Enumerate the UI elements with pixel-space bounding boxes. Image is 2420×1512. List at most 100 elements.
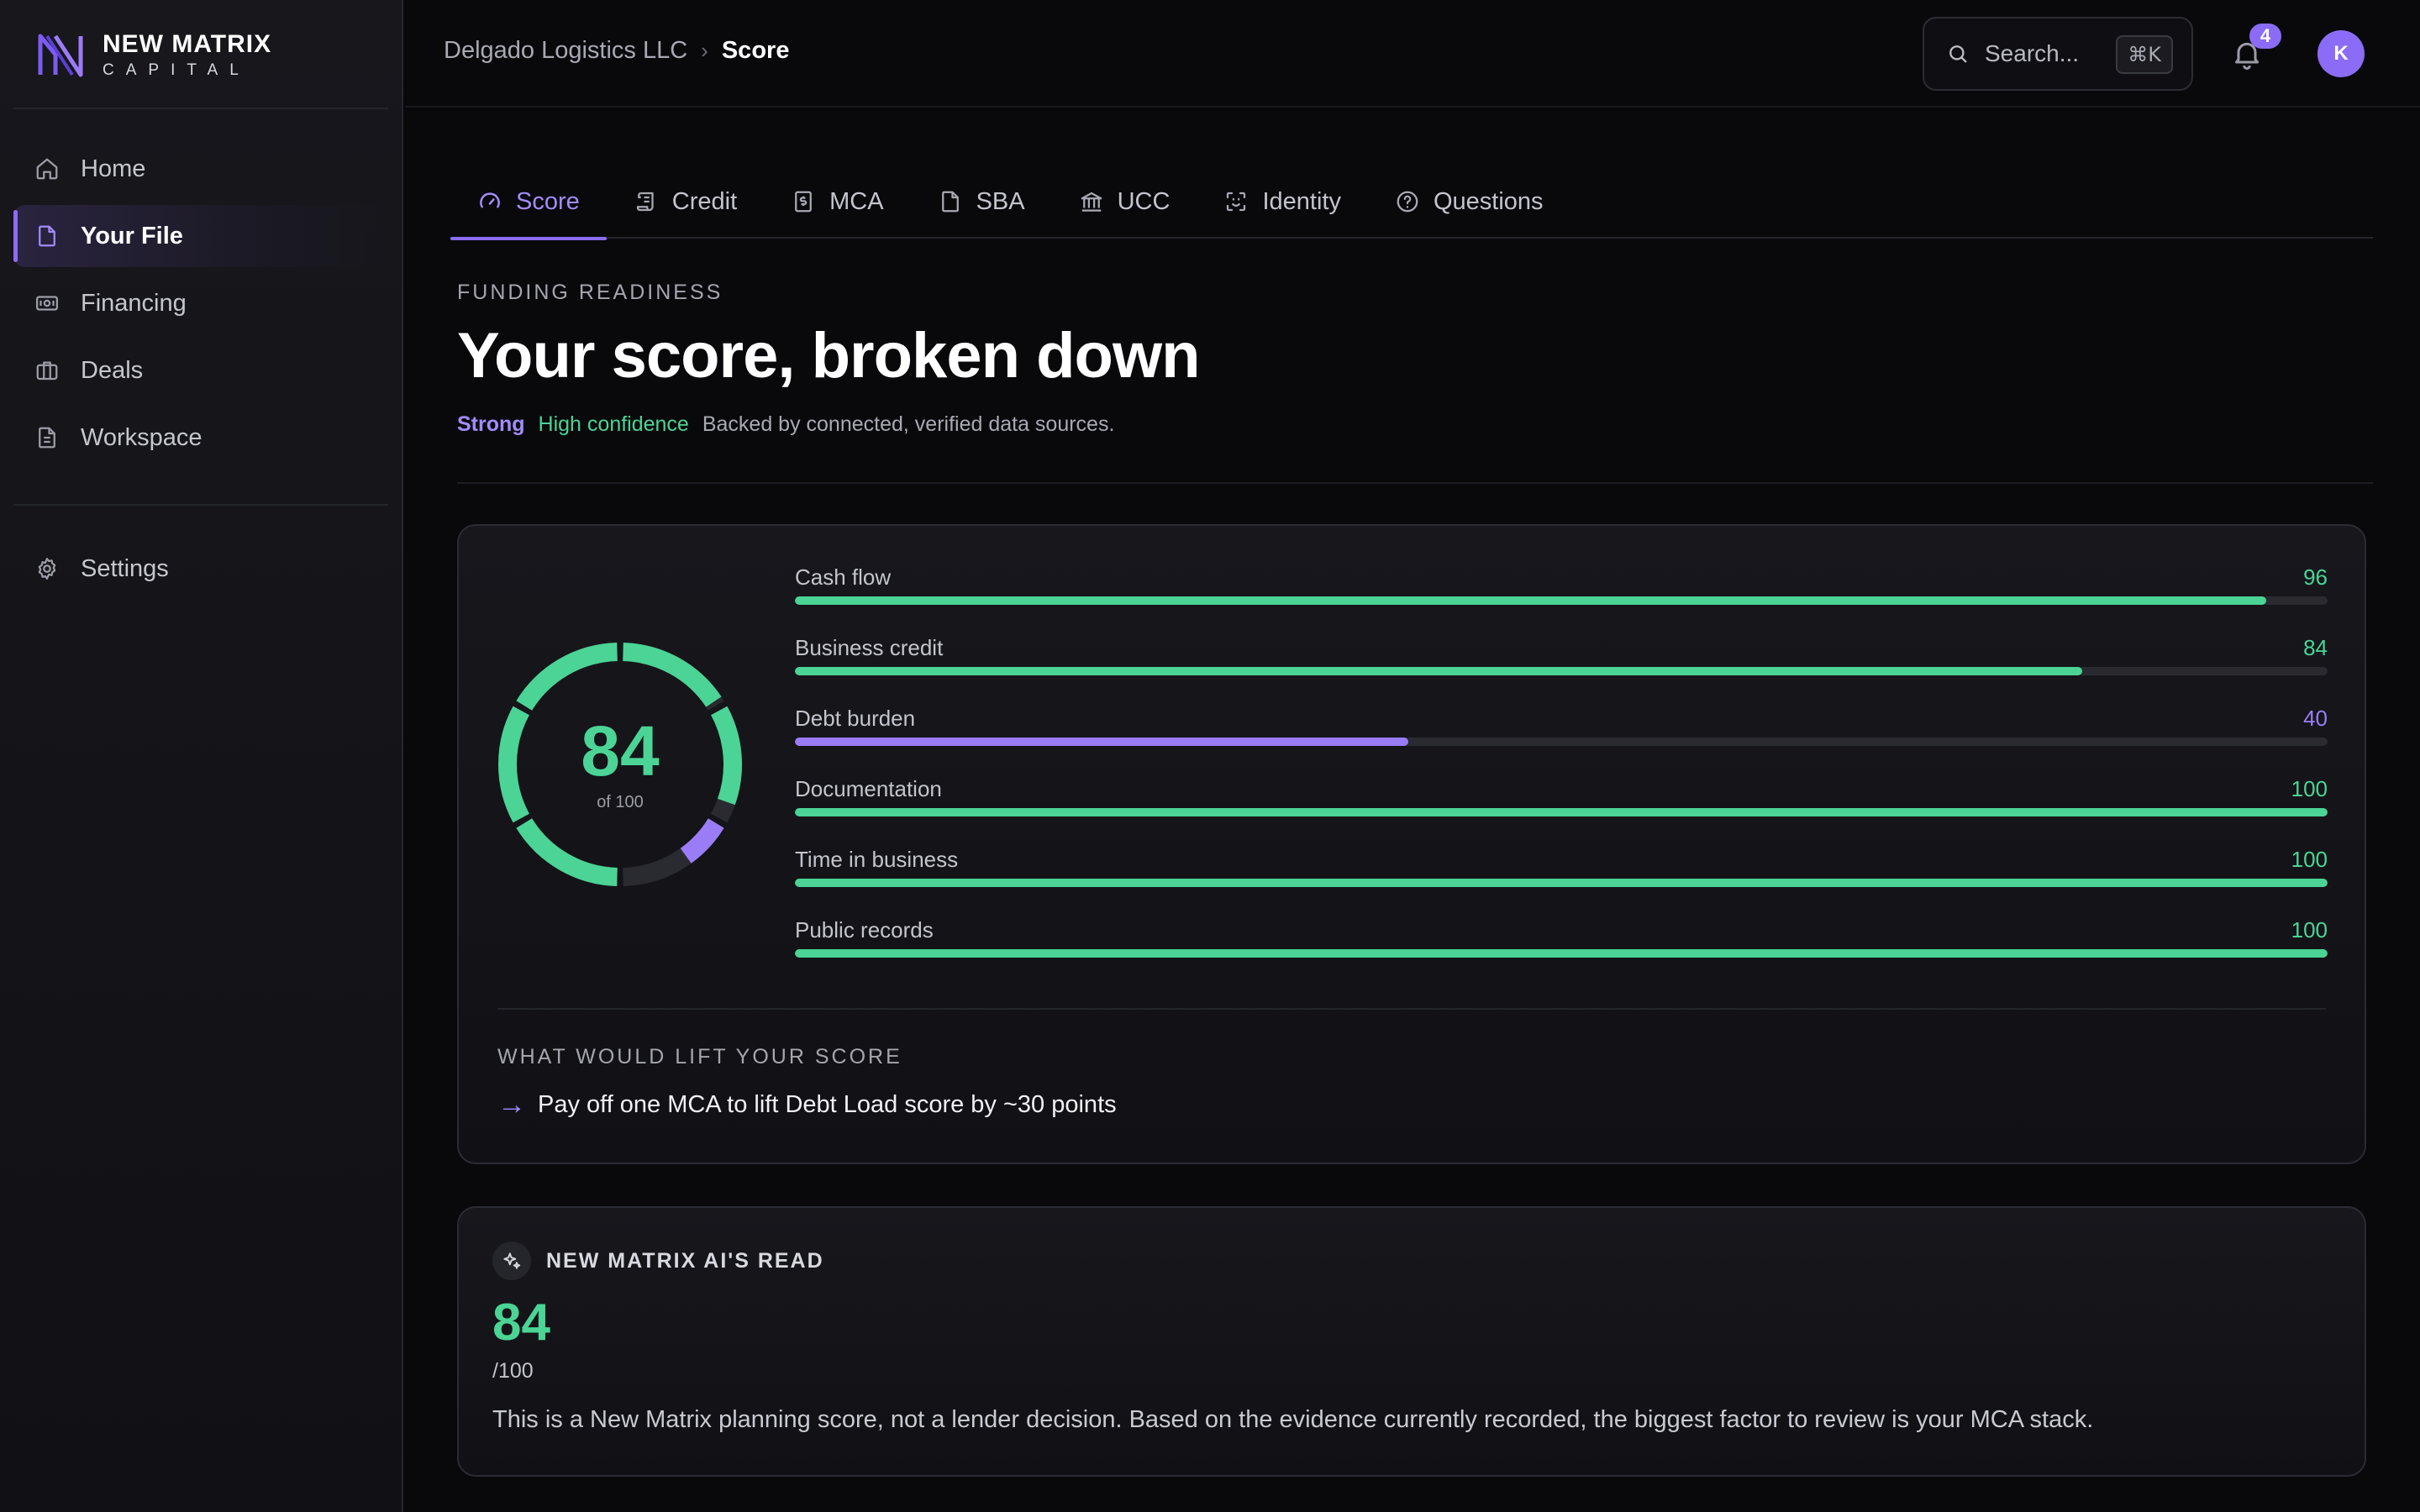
ai-read-title: NEW MATRIX AI'S READ bbox=[546, 1248, 824, 1273]
gear-icon bbox=[34, 555, 60, 582]
breadcrumb-parent-link[interactable]: Delgado Logistics LLC bbox=[444, 37, 687, 65]
sidebar-divider bbox=[13, 108, 388, 109]
score-gauge: 84 of 100 bbox=[496, 640, 744, 889]
factor-bar-fill bbox=[795, 738, 1408, 746]
score-factor-row: Public records 100 bbox=[795, 917, 2328, 988]
confidence-description: Backed by connected, verified data sourc… bbox=[702, 412, 1115, 436]
tab-score[interactable]: Score bbox=[450, 165, 607, 240]
tab-sba[interactable]: SBA bbox=[911, 165, 1052, 239]
page-title: Your score, broken down bbox=[457, 320, 1201, 391]
tab-credit[interactable]: Credit bbox=[607, 165, 764, 239]
tab-label: Score bbox=[516, 187, 580, 215]
tab-label: UCC bbox=[1117, 187, 1171, 215]
tab-questions[interactable]: Questions bbox=[1368, 165, 1570, 239]
factor-bar-track bbox=[795, 808, 2328, 816]
factor-value: 100 bbox=[2291, 917, 2328, 942]
gauge-segment-fill bbox=[516, 818, 618, 886]
ai-read-score: 84 bbox=[492, 1294, 550, 1352]
lift-score-heading: WHAT WOULD LIFT YOUR SCORE bbox=[497, 1045, 902, 1068]
factor-label: Time in business bbox=[795, 847, 959, 872]
scroll-icon bbox=[636, 192, 654, 212]
gauge-icon bbox=[480, 192, 500, 208]
ai-read-header: NEW MATRIX AI'S READ bbox=[492, 1242, 824, 1280]
ai-read-card: NEW MATRIX AI'S READ 84 /100 This is a N… bbox=[457, 1206, 2366, 1477]
sidebar-item-financing[interactable]: Financing bbox=[13, 272, 388, 334]
factor-bar-fill bbox=[795, 949, 2328, 958]
banknote-icon bbox=[34, 290, 60, 317]
tab-label: SBA bbox=[976, 187, 1025, 215]
help-circle-icon bbox=[1397, 191, 1418, 213]
factor-value: 96 bbox=[2303, 564, 2328, 590]
sidebar-nav: Home Your File Financing Deals Workspace bbox=[13, 138, 388, 474]
factor-bar-track bbox=[795, 738, 2328, 746]
sparkles-icon bbox=[492, 1242, 531, 1280]
strength-badge: Strong bbox=[457, 412, 525, 436]
factor-label: Public records bbox=[795, 917, 934, 942]
factor-bar-fill bbox=[795, 596, 2267, 605]
score-factor-list: Cash flow 96 Business credit 84 Debt bur… bbox=[795, 564, 2328, 988]
gauge-segment-fill bbox=[680, 818, 724, 864]
file-icon bbox=[941, 191, 959, 213]
lift-suggestion-text: Pay off one MCA to lift Debt Load score … bbox=[538, 1091, 1117, 1118]
gauge-segment-fill bbox=[622, 643, 722, 707]
sidebar-item-label: Deals bbox=[81, 356, 144, 384]
document-icon bbox=[34, 424, 60, 451]
factor-bar-fill bbox=[795, 879, 2328, 887]
factor-bar-track bbox=[795, 596, 2328, 605]
factor-label: Documentation bbox=[795, 776, 942, 801]
sidebar-item-label: Workspace bbox=[81, 423, 203, 451]
sidebar-item-home[interactable]: Home bbox=[13, 138, 388, 200]
factor-label: Cash flow bbox=[795, 564, 892, 590]
score-factor-row: Debt burden 40 bbox=[795, 706, 2328, 776]
sidebar-item-settings[interactable]: Settings bbox=[13, 538, 388, 600]
tab-identity[interactable]: Identity bbox=[1197, 165, 1368, 239]
sidebar-item-your-file[interactable]: Your File bbox=[13, 205, 388, 267]
tab-label: MCA bbox=[829, 187, 884, 215]
search-shortcut-hint: ⌘K bbox=[2116, 35, 2173, 74]
sidebar: NEW MATRIX CAPITAL Home Your File Financ… bbox=[0, 0, 403, 1512]
factor-label: Debt burden bbox=[795, 706, 916, 731]
score-gauge-scale: of 100 bbox=[597, 793, 644, 811]
sidebar-item-workspace[interactable]: Workspace bbox=[13, 407, 388, 469]
matrix-logo-icon bbox=[38, 34, 83, 77]
home-icon bbox=[34, 155, 60, 182]
breadcrumb-current: Score bbox=[721, 37, 790, 64]
factor-label: Business credit bbox=[795, 635, 944, 660]
breadcrumb: Delgado Logistics LLC › Score bbox=[444, 37, 789, 65]
ai-read-summary: This is a New Matrix planning score, not… bbox=[492, 1406, 2094, 1433]
factor-value: 100 bbox=[2291, 776, 2328, 801]
scan-face-icon bbox=[1227, 192, 1246, 212]
sidebar-item-deals[interactable]: Deals bbox=[13, 339, 388, 402]
score-gauge-value: 84 bbox=[581, 711, 660, 790]
brand-name: NEW MATRIX bbox=[103, 29, 272, 58]
score-factor-row: Documentation 100 bbox=[795, 776, 2328, 847]
search-icon bbox=[1949, 45, 1967, 63]
search-input[interactable]: Search... ⌘K bbox=[1923, 17, 2193, 91]
sidebar-item-label: Settings bbox=[81, 554, 169, 582]
score-factor-row: Business credit 84 bbox=[795, 635, 2328, 706]
bank-icon bbox=[1081, 192, 1102, 212]
dollar-doc-icon bbox=[795, 191, 812, 213]
tab-label: Identity bbox=[1262, 187, 1341, 215]
tab-mca[interactable]: MCA bbox=[764, 165, 910, 239]
brand-logo-link[interactable]: NEW MATRIX CAPITAL bbox=[35, 25, 271, 84]
score-tagline: Strong High confidence Backed by connect… bbox=[457, 412, 1114, 437]
score-factor-row: Time in business 100 bbox=[795, 847, 2328, 917]
confidence-badge: High confidence bbox=[538, 412, 689, 436]
sidebar-nav-secondary: Settings bbox=[13, 538, 388, 605]
tab-ucc[interactable]: UCC bbox=[1052, 165, 1197, 239]
factor-bar-fill bbox=[795, 808, 2328, 816]
top-bar: Delgado Logistics LLC › Score Search... … bbox=[405, 0, 2420, 108]
gauge-segment-fill bbox=[516, 643, 618, 711]
factor-bar-fill bbox=[795, 667, 2083, 675]
score-factor-row: Cash flow 96 bbox=[795, 564, 2328, 635]
card-divider bbox=[497, 1008, 2326, 1010]
tab-label: Questions bbox=[1433, 187, 1544, 215]
factor-bar-track bbox=[795, 667, 2328, 675]
breadcrumb-separator: › bbox=[701, 38, 708, 63]
sidebar-item-label: Your File bbox=[81, 222, 183, 249]
user-avatar[interactable]: K bbox=[2317, 30, 2365, 77]
lift-score-suggestion: → Pay off one MCA to lift Debt Load scor… bbox=[497, 1089, 1117, 1121]
factor-value: 100 bbox=[2291, 847, 2328, 872]
tab-label: Credit bbox=[671, 187, 738, 215]
